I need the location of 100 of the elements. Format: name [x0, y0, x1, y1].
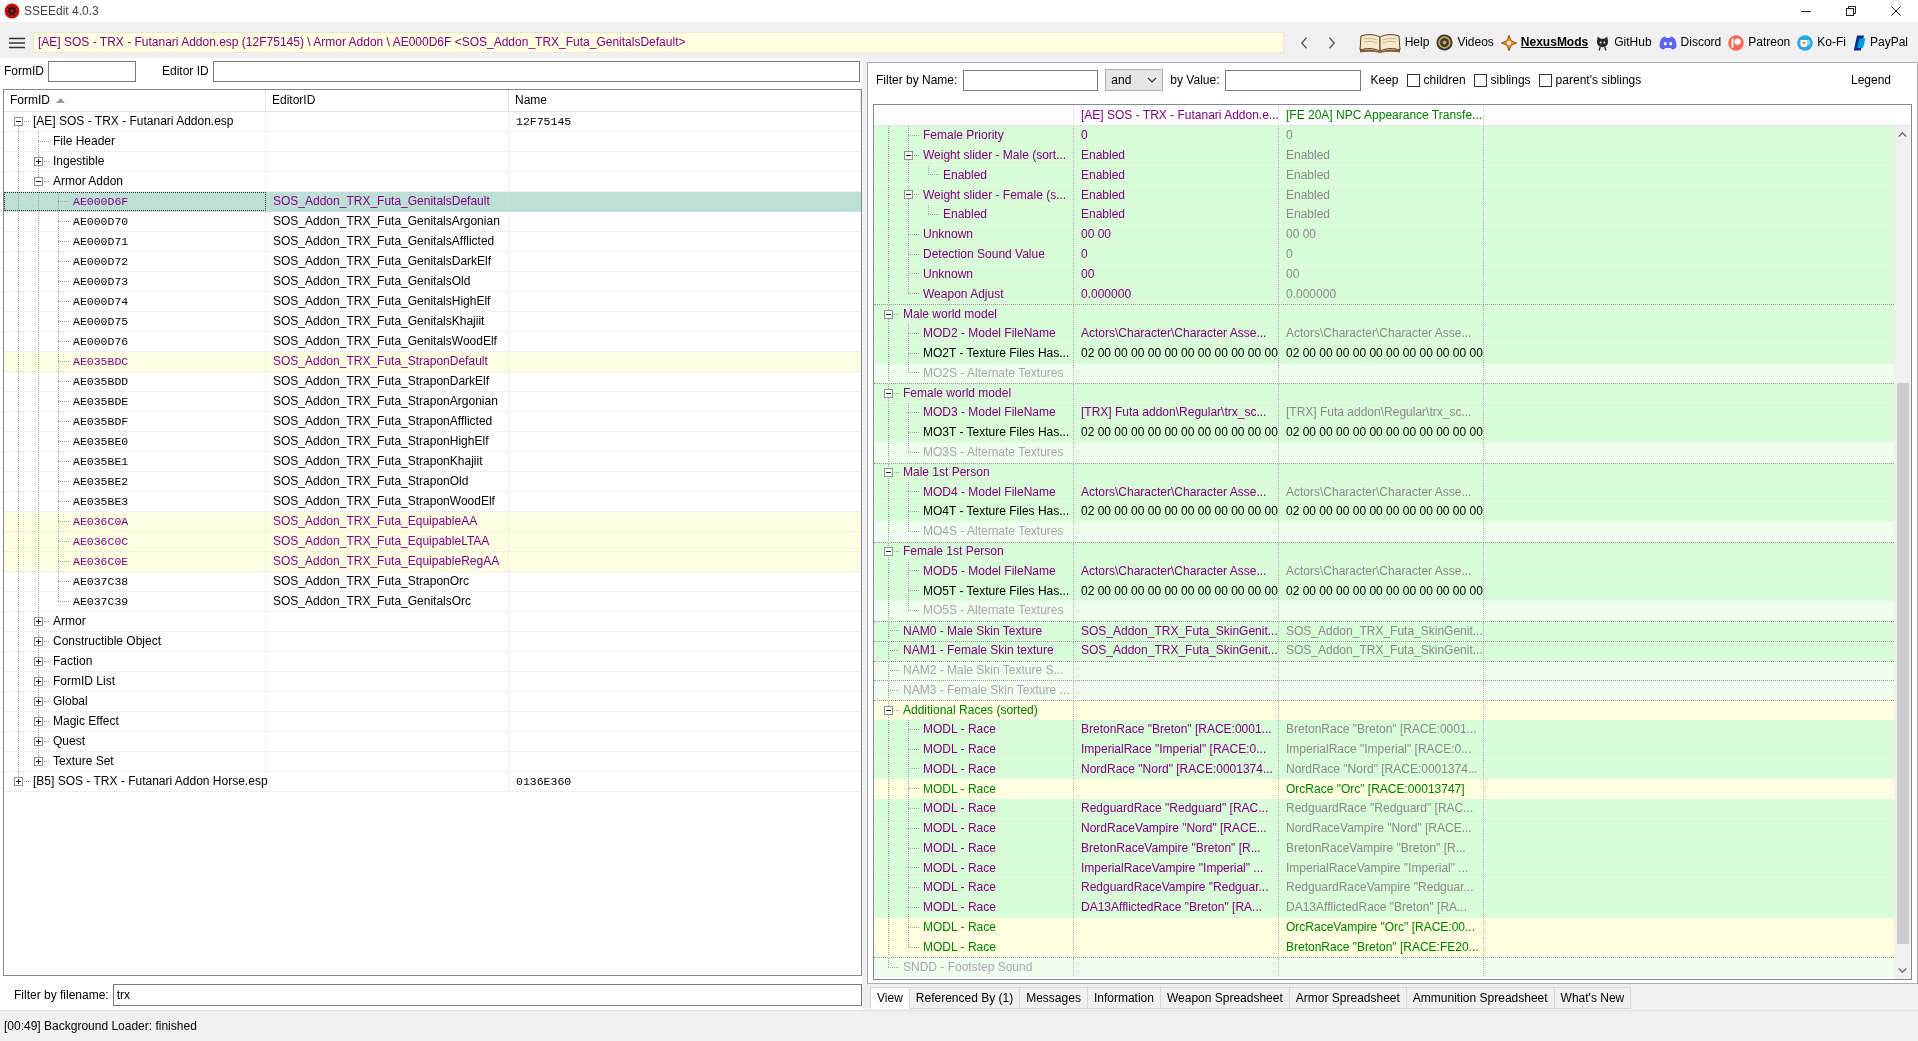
tree-row[interactable]: Constructible Object: [4, 632, 861, 652]
toolbar-link[interactable]: Discord: [1658, 34, 1722, 51]
record-row[interactable]: MODL - Race BretonRace "Breton" [RACE:0001... BretonRace "Breton" [RACE:0001...: [874, 719, 1894, 740]
tree-row[interactable]: AE000D70 SOS_Addon_TRX_Futa_GenitalsArgonian: [4, 212, 861, 232]
record-row[interactable]: MODL - Race DA13AfflictedRace "Breton" [RA... DA13AfflictedRace "Breton" [RA...: [874, 898, 1894, 918]
record-row[interactable]: Female 1st Person: [874, 541, 1894, 562]
record-row[interactable]: MODL - Race NordRace "Nord" [RACE:0001374... NordRace "Nord" [RACE:0001374...: [874, 759, 1894, 780]
record-row[interactable]: MO4T - Texture Files Has... 02 00 00 00 00 00 00 00 00 00 00 00 02 00 00 00 00 00 00 00 00 00 00 00: [874, 502, 1894, 522]
scrollbar-thumb[interactable]: [1896, 383, 1909, 944]
record-row[interactable]: MODL - Race OrcRace "Orc" [RACE:00013747]: [874, 779, 1894, 800]
record-row[interactable]: Weight slider - Male (sort... Enabled Enabled: [874, 145, 1894, 166]
tree-row[interactable]: AE035BDE SOS_Addon_TRX_Futa_StraponArgonian: [4, 392, 861, 412]
tree-row[interactable]: AE035BE2 SOS_Addon_TRX_Futa_StraponOld: [4, 472, 861, 492]
record-row[interactable]: NAM0 - Male Skin Texture SOS_Addon_TRX_Futa_SkinGenit... SOS_Addon_TRX_Futa_SkinGenit...: [874, 620, 1894, 641]
record-row[interactable]: MODL - Race RedguardRace "Redguard" [RAC... RedguardRace "Redguard" [RAC...: [874, 799, 1894, 819]
tree-row[interactable]: AE000D74 SOS_Addon_TRX_Futa_GenitalsHighElf: [4, 292, 861, 312]
record-row[interactable]: MOD4 - Model FileName Actors\Character\Character Asse... Actors\Character\Character Asse...: [874, 482, 1894, 503]
operator-dropdown[interactable]: and: [1105, 69, 1164, 91]
record-row[interactable]: Male world model: [874, 304, 1894, 324]
record-row[interactable]: Enabled Enabled Enabled: [874, 165, 1894, 186]
toolbar-link[interactable]: NexusMods: [1500, 34, 1589, 51]
tab[interactable]: What's New: [1553, 987, 1632, 1009]
record-row[interactable]: Enabled Enabled Enabled: [874, 205, 1894, 225]
column-header[interactable]: EditorID: [266, 90, 509, 111]
column-header[interactable]: [FE 20A] NPC Appearance Transfe...: [1279, 105, 1484, 125]
tree-row[interactable]: AE036C0E SOS_Addon_TRX_Futa_EquipableRegAA: [4, 552, 861, 572]
tree-row[interactable]: Global: [4, 692, 861, 712]
tree-row[interactable]: Texture Set: [4, 752, 861, 772]
tree-row[interactable]: Faction: [4, 652, 861, 672]
tab[interactable]: Messages: [1019, 987, 1088, 1009]
record-row[interactable]: Unknown 00 00: [874, 264, 1894, 285]
tab[interactable]: Ammunition Spreadsheet: [1405, 987, 1555, 1009]
tree-row[interactable]: AE036C0A SOS_Addon_TRX_Futa_EquipableAA: [4, 512, 861, 532]
tree-row[interactable]: AE035BDD SOS_Addon_TRX_Futa_StraponDarkElf: [4, 372, 861, 392]
tree-row[interactable]: AE000D75 SOS_Addon_TRX_Futa_GenitalsKhajiit: [4, 312, 861, 332]
column-header[interactable]: [AE] SOS - TRX - Futanari Addon.e...: [1074, 105, 1279, 125]
filename-filter-field[interactable]: trx: [112, 984, 862, 1006]
name-filter-field[interactable]: [963, 69, 1099, 91]
tree-row[interactable]: AE000D72 SOS_Addon_TRX_Futa_GenitalsDarkElf: [4, 252, 861, 272]
toolbar-link[interactable]: Ko-Fi: [1797, 34, 1846, 51]
record-row[interactable]: Weapon Adjust 0.000000 0.000000: [874, 284, 1894, 305]
breadcrumb-path[interactable]: [AE] SOS - TRX - Futanari Addon.esp (12F75145) \ Armor Addon \ AE000D6F <SOS_Addon_TRX_Futa_GenitalsDefault>: [33, 32, 1284, 53]
tree-row[interactable]: AE035BE0 SOS_Addon_TRX_Futa_StraponHighElf: [4, 432, 861, 452]
tree-row[interactable]: AE035BDF SOS_Addon_TRX_Futa_StraponAfflicted: [4, 412, 861, 432]
column-header[interactable]: Name: [509, 90, 861, 111]
record-row[interactable]: MOD3 - Model FileName [TRX] Futa addon\Regular\trx_sc... [TRX] Futa addon\Regular\trx_sc...: [874, 403, 1894, 423]
record-row[interactable]: MODL - Race NordRaceVampire "Nord" [RACE... NordRaceVampire "Nord" [RACE...: [874, 818, 1894, 839]
record-row[interactable]: MOD5 - Model FileName Actors\Character\Character Asse... Actors\Character\Character Asse...: [874, 561, 1894, 582]
tree-row[interactable]: AE035BE1 SOS_Addon_TRX_Futa_StraponKhajiit: [4, 452, 861, 472]
record-row[interactable]: MODL - Race BretonRaceVampire "Breton" [R... BretonRaceVampire "Breton" [R...: [874, 838, 1894, 859]
tree-row[interactable]: Magic Effect: [4, 712, 861, 732]
tree-row[interactable]: AE035BDC SOS_Addon_TRX_Futa_StraponDefault: [4, 352, 861, 372]
tab[interactable]: Information: [1086, 987, 1161, 1009]
tree-row[interactable]: AE000D71 SOS_Addon_TRX_Futa_GenitalsAfflicted: [4, 232, 861, 252]
tree-row[interactable]: AE000D6F SOS_Addon_TRX_Futa_GenitalsDefault: [4, 192, 861, 212]
tree-row[interactable]: Quest: [4, 732, 861, 752]
toolbar-link[interactable]: Patreon: [1728, 34, 1791, 51]
tree-row[interactable]: AE036C0C SOS_Addon_TRX_Futa_EquipableLTAA: [4, 532, 861, 552]
tree-row[interactable]: Ingestible: [4, 152, 861, 172]
record-row[interactable]: MOD2 - Model FileName Actors\Character\Character Asse... Actors\Character\Character Asse...: [874, 323, 1894, 344]
tab[interactable]: Weapon Spreadsheet: [1159, 987, 1290, 1009]
record-row[interactable]: Unknown 00 00 00 00: [874, 225, 1894, 245]
tree-row[interactable]: AE000D73 SOS_Addon_TRX_Futa_GenitalsOld: [4, 272, 861, 292]
editor-id-field[interactable]: [212, 61, 860, 82]
record-row[interactable]: MODL - Race RedguardRaceVampire "Redguar... RedguardRaceVampire "Redguar...: [874, 878, 1894, 899]
tree-row[interactable]: File Header: [4, 132, 861, 152]
record-row[interactable]: MO3T - Texture Files Has... 02 00 00 00 00 00 00 00 00 00 00 00 02 00 00 00 00 00 00 00 00 00 00 00: [874, 422, 1894, 443]
tree-row[interactable]: FormID List: [4, 672, 861, 692]
record-row[interactable]: MO5T - Texture Files Has... 02 00 00 00 00 00 00 00 00 00 00 00 02 00 00 00 00 00 00 00 00 00 00 00: [874, 581, 1894, 602]
record-row[interactable]: Weight slider - Female (s... Enabled Enabled: [874, 185, 1894, 206]
legend-button[interactable]: Legend: [1850, 72, 1891, 88]
tree-row[interactable]: [AE] SOS - TRX - Futanari Addon.esp 12F75145: [4, 112, 861, 132]
toolbar-link[interactable]: Help: [1358, 32, 1430, 53]
tab[interactable]: Referenced By (1): [908, 987, 1021, 1009]
column-header[interactable]: FormID: [4, 90, 266, 111]
record-row[interactable]: Female Priority 0 0: [874, 126, 1894, 146]
tab[interactable]: View: [870, 987, 910, 1009]
record-row[interactable]: Detection Sound Value 0 0: [874, 244, 1894, 265]
record-row[interactable]: Female world model: [874, 383, 1894, 404]
checkbox[interactable]: [1406, 73, 1420, 87]
checkbox[interactable]: [1538, 73, 1552, 87]
record-row[interactable]: MO2T - Texture Files Has... 02 00 00 00 00 00 00 00 00 00 00 00 02 00 00 00 00 00 00 00 00 00 00 00: [874, 343, 1894, 364]
record-row[interactable]: Additional Races (sorted): [874, 700, 1894, 720]
record-row[interactable]: MODL - Race ImperialRaceVampire "Imperial" ... ImperialRaceVampire "Imperial" ...: [874, 858, 1894, 879]
toolbar-link[interactable]: GitHub: [1595, 34, 1652, 51]
tab[interactable]: Armor Spreadsheet: [1288, 987, 1407, 1009]
toolbar-link[interactable]: PayPal: [1852, 34, 1908, 51]
tree-row[interactable]: [B5] SOS - TRX - Futanari Addon Horse.esp 0136E360: [4, 772, 861, 792]
record-row[interactable]: Male 1st Person: [874, 462, 1894, 483]
record-row[interactable]: MODL - Race ImperialRace "Imperial" [RACE:0... ImperialRace "Imperial" [RACE:0...: [874, 739, 1894, 760]
vertical-scrollbar[interactable]: [1894, 126, 1911, 979]
tree-row[interactable]: AE037C38 SOS_Addon_TRX_Futa_StraponOrc: [4, 572, 861, 592]
tree-row[interactable]: Armor: [4, 612, 861, 632]
tree-row[interactable]: AE037C39 SOS_Addon_TRX_Futa_GenitalsOrc: [4, 592, 861, 612]
toolbar-link[interactable]: Videos: [1436, 34, 1494, 51]
record-row[interactable]: MODL - Race BretonRace "Breton" [RACE:FE20...: [874, 937, 1894, 958]
checkbox[interactable]: [1473, 73, 1487, 87]
value-filter-field[interactable]: [1224, 69, 1361, 91]
record-row[interactable]: NAM1 - Female Skin texture SOS_Addon_TRX_Futa_SkinGenit... SOS_Addon_TRX_Futa_SkinGenit...: [874, 640, 1894, 661]
formid-field[interactable]: [48, 61, 136, 82]
